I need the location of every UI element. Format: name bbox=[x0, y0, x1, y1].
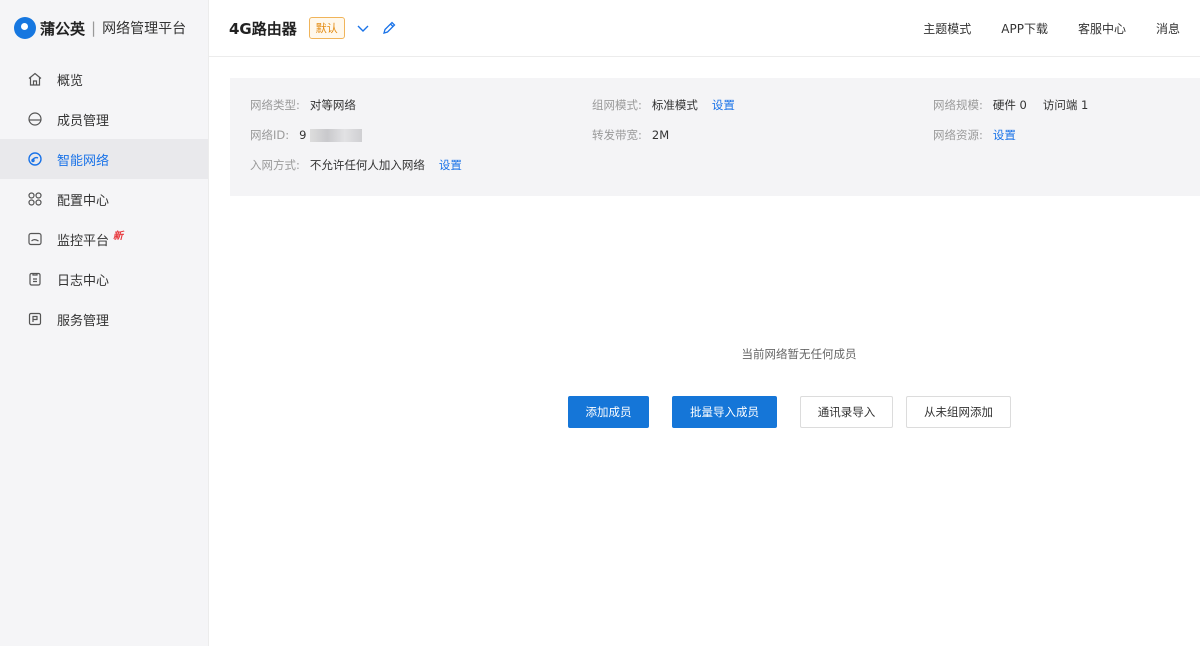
default-tag: 默认 bbox=[308, 17, 345, 39]
monitor-icon bbox=[27, 231, 43, 247]
add-member-button[interactable]: 添加成员 bbox=[568, 396, 649, 428]
group-mode-label: 组网模式: bbox=[592, 98, 642, 112]
network-type-label: 网络类型: bbox=[250, 98, 300, 112]
masked-id-blur bbox=[310, 128, 363, 142]
brand-logo-icon bbox=[14, 17, 36, 39]
messages-link[interactable]: 消息 bbox=[1156, 20, 1180, 37]
network-size-label: 网络规模: bbox=[933, 98, 983, 112]
network-id-value: 9 bbox=[299, 128, 307, 142]
group-mode-settings-link[interactable]: 设置 bbox=[712, 97, 735, 113]
theme-mode-link[interactable]: 主题模式 bbox=[923, 20, 971, 37]
add-from-unjoined-button[interactable]: 从未组网添加 bbox=[906, 396, 1011, 428]
network-info-panel: 网络类型: 对等网络 组网模式: 标准模式 设置 网络规模: 硬件 0 访问端 … bbox=[230, 78, 1200, 196]
sidebar-nav: 概览 成员管理 智能网络 配置中心 监控平台 新 日志中心 服务管理 bbox=[0, 59, 208, 339]
contacts-import-button[interactable]: 通讯录导入 bbox=[800, 396, 893, 428]
network-resource-settings-link[interactable]: 设置 bbox=[993, 127, 1016, 143]
sidebar-item-label: 监控平台 bbox=[57, 233, 110, 249]
network-type-value: 对等网络 bbox=[309, 98, 356, 112]
group-mode: 组网模式: 标准模式 设置 bbox=[592, 97, 735, 113]
brand-separator: | bbox=[91, 19, 97, 37]
batch-import-members-button[interactable]: 批量导入成员 bbox=[672, 396, 777, 428]
config-grid-icon bbox=[27, 191, 43, 207]
sidebar-item-config[interactable]: 配置中心 bbox=[0, 179, 208, 219]
network-size-visitor: 访问端 1 bbox=[1042, 98, 1089, 112]
chevron-down-icon[interactable] bbox=[355, 20, 371, 36]
join-mode: 入网方式: 不允许任何人加入网络 设置 bbox=[250, 157, 462, 173]
join-mode-value: 不允许任何人加入网络 bbox=[309, 158, 425, 172]
network-size: 网络规模: 硬件 0 访问端 1 bbox=[933, 97, 1088, 113]
info-row-2: 网络ID: 9 转发带宽: 2M 网络资源: 设置 bbox=[230, 127, 1200, 147]
network-type: 网络类型: 对等网络 bbox=[250, 97, 356, 113]
sidebar-item-label: 智能网络 bbox=[57, 153, 110, 169]
brand-subtitle: 网络管理平台 bbox=[102, 21, 187, 37]
empty-state-message: 当前网络暂无任何成员 bbox=[741, 347, 857, 361]
network-icon bbox=[27, 151, 43, 167]
edit-pencil-icon[interactable] bbox=[381, 20, 397, 36]
network-size-hardware: 硬件 0 bbox=[992, 98, 1027, 112]
sidebar-item-label: 概览 bbox=[57, 73, 84, 89]
sidebar-item-label: 配置中心 bbox=[57, 193, 110, 209]
member-icon bbox=[27, 111, 43, 127]
bandwidth-label: 转发带宽: bbox=[592, 128, 642, 142]
app-download-link[interactable]: APP下载 bbox=[1001, 20, 1048, 37]
network-id: 网络ID: 9 bbox=[250, 127, 363, 143]
log-icon bbox=[27, 271, 43, 287]
sidebar-item-label: 日志中心 bbox=[57, 273, 110, 289]
sidebar-item-logs[interactable]: 日志中心 bbox=[0, 259, 208, 299]
brand-name: 蒲公英 bbox=[40, 19, 86, 38]
bandwidth: 转发带宽: 2M bbox=[592, 127, 669, 143]
sidebar-item-monitor[interactable]: 监控平台 新 bbox=[0, 219, 208, 259]
sidebar-item-members[interactable]: 成员管理 bbox=[0, 99, 208, 139]
home-icon bbox=[27, 71, 43, 87]
header-links: 主题模式 APP下载 客服中心 消息 bbox=[893, 0, 1180, 57]
customer-service-link[interactable]: 客服中心 bbox=[1078, 20, 1126, 37]
network-resource: 网络资源: 设置 bbox=[933, 127, 1016, 143]
sidebar-item-services[interactable]: 服务管理 bbox=[0, 299, 208, 339]
sidebar-item-smart-network[interactable]: 智能网络 bbox=[0, 139, 208, 179]
top-header: 4G路由器 默认 主题模式 APP下载 客服中心 消息 bbox=[209, 0, 1200, 57]
sidebar-item-label: 服务管理 bbox=[57, 313, 110, 329]
join-mode-settings-link[interactable]: 设置 bbox=[439, 157, 462, 173]
new-badge: 新 bbox=[113, 230, 124, 242]
brand[interactable]: 蒲公英 | 网络管理平台 bbox=[0, 0, 208, 56]
sidebar: 蒲公英 | 网络管理平台 概览 成员管理 智能网络 配置中心 监控平台 新 日志… bbox=[0, 0, 209, 646]
network-resource-label: 网络资源: bbox=[933, 128, 983, 142]
sidebar-item-label: 成员管理 bbox=[57, 113, 110, 129]
service-icon bbox=[27, 311, 43, 327]
join-mode-label: 入网方式: bbox=[250, 158, 300, 172]
info-row-1: 网络类型: 对等网络 组网模式: 标准模式 设置 网络规模: 硬件 0 访问端 … bbox=[230, 97, 1200, 117]
bandwidth-value: 2M bbox=[651, 128, 670, 142]
device-title: 4G路由器 bbox=[229, 19, 297, 38]
network-id-label: 网络ID: bbox=[250, 128, 290, 142]
sidebar-item-overview[interactable]: 概览 bbox=[0, 59, 208, 99]
group-mode-value: 标准模式 bbox=[651, 98, 698, 112]
info-row-3: 入网方式: 不允许任何人加入网络 设置 bbox=[230, 157, 1200, 177]
